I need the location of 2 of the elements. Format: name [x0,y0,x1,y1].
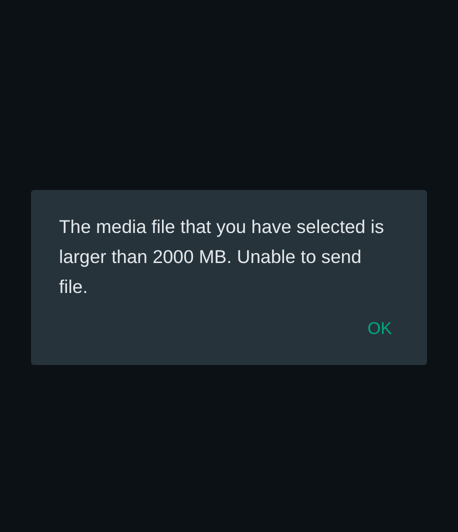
dialog-message: The media file that you have selected is larger than 2000 MB. Unable to send file. [59,214,385,299]
ok-button[interactable]: OK [367,316,392,342]
